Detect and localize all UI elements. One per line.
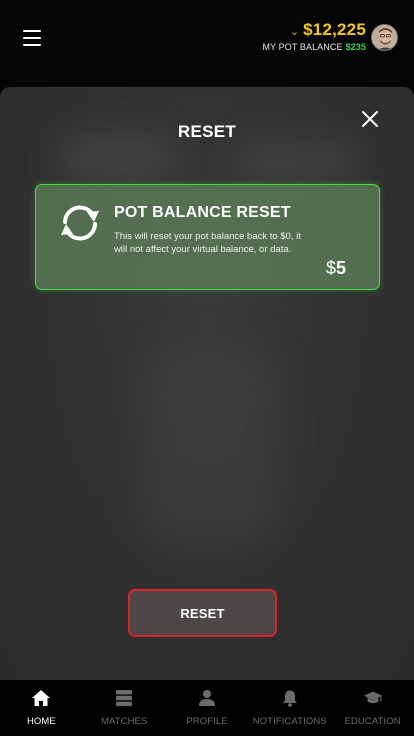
- pot-balance-label: MY POT BALANCE: [262, 42, 343, 52]
- card-price: $5: [326, 258, 346, 279]
- nav-item-profile[interactable]: PROFILE: [166, 680, 249, 736]
- nav-label-notifications: NOTIFICATIONS: [252, 716, 327, 727]
- blurred-background: [140, 347, 280, 547]
- hamburger-icon[interactable]: [23, 29, 41, 47]
- reset-modal: RESET POT BALANCE RESET This will reset …: [0, 87, 414, 680]
- card-description: This will reset your pot balance back to…: [114, 231, 301, 255]
- pot-balance-reset-card[interactable]: POT BALANCE RESET This will reset your p…: [35, 184, 380, 290]
- bell-icon: [282, 690, 297, 707]
- card-title: POT BALANCE RESET: [114, 204, 291, 221]
- nav-label-matches: MATCHES: [100, 716, 148, 727]
- blurred-background: [60, 137, 170, 177]
- nav-label-home: HOME: [26, 716, 56, 727]
- profile-icon: [198, 690, 215, 706]
- avatar[interactable]: [371, 24, 398, 51]
- nav-label-education: EDUCATION: [344, 716, 401, 727]
- graduation-cap-icon: [363, 691, 382, 704]
- chevron-down-icon[interactable]: ⌄: [290, 25, 299, 38]
- home-icon: [32, 690, 51, 706]
- virtual-balance: $12,225: [303, 20, 366, 39]
- nav-item-notifications[interactable]: NOTIFICATIONS: [248, 680, 331, 736]
- close-icon[interactable]: [360, 109, 380, 129]
- top-bar: ⌄ $12,225 MY POT BALANCE $235: [0, 0, 414, 88]
- modal-title: RESET: [177, 122, 237, 141]
- pot-balance-value: $235: [345, 42, 366, 52]
- reset-button[interactable]: RESET: [128, 589, 277, 637]
- price-symbol: $: [325, 258, 336, 278]
- nav-item-home[interactable]: HOME: [0, 680, 83, 736]
- price-value: 5: [335, 258, 346, 278]
- balance-summary[interactable]: ⌄ $12,225 MY POT BALANCE $235: [262, 20, 366, 52]
- nav-item-matches[interactable]: MATCHES: [83, 680, 166, 736]
- nav-item-education[interactable]: EDUCATION: [331, 680, 414, 736]
- matches-icon: [116, 690, 133, 707]
- pot-balance: MY POT BALANCE $235: [262, 42, 366, 52]
- bottom-nav: HOME MATCHES PROFILE NOTIFICATIONS EDUCA…: [0, 680, 414, 736]
- nav-label-profile: PROFILE: [186, 716, 228, 727]
- refresh-icon: [56, 203, 104, 243]
- blurred-background: [240, 142, 360, 182]
